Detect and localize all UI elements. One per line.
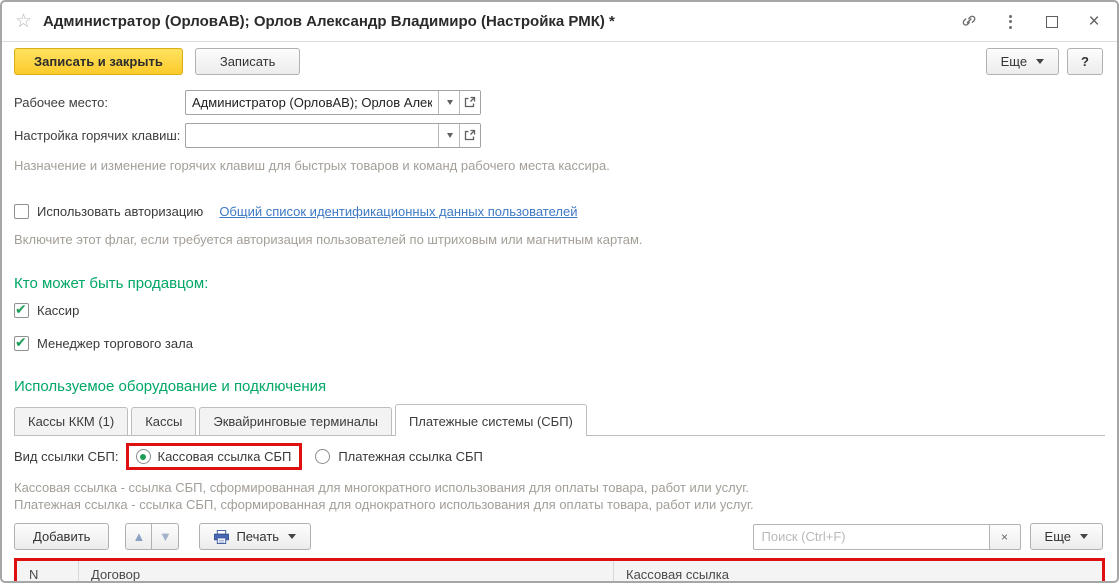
workplace-dropdown-button[interactable]: [438, 90, 459, 114]
hotkeys-dropdown-button[interactable]: [438, 123, 459, 147]
hotkeys-combo: [185, 122, 481, 148]
cashier-label: Кассир: [37, 302, 80, 318]
more-button-label: Еще: [1000, 54, 1028, 69]
tab-kassy-kkm[interactable]: Кассы ККМ (1): [14, 407, 129, 435]
printer-icon: [214, 529, 230, 544]
payment-link-radio[interactable]: [315, 449, 331, 464]
search-input[interactable]: [752, 523, 990, 550]
save-button[interactable]: Записать: [194, 48, 301, 75]
workplace-label: Рабочее место:: [14, 94, 109, 110]
list-more-button[interactable]: Еще: [1029, 523, 1103, 550]
save-and-close-button[interactable]: Записать и закрыть: [14, 48, 183, 75]
sbp-link-kind-label: Вид ссылки СБП:: [14, 449, 119, 464]
tab-acquiring-terminals[interactable]: Эквайринговые терминалы: [199, 407, 392, 435]
identification-list-link[interactable]: Общий список идентификационных данных по…: [219, 204, 577, 219]
seller-option-cashier: Кассир: [14, 300, 1105, 320]
hotkeys-field-row: Настройка горячих клавиш:: [14, 122, 1105, 148]
authorization-row: Использовать авторизацию Общий список ид…: [14, 204, 1105, 219]
use-authorization-checkbox[interactable]: [14, 204, 29, 219]
sbp-hint: Кассовая ссылка - ссылка СБП, сформирова…: [14, 479, 1105, 513]
workplace-open-button[interactable]: [459, 90, 480, 114]
cashier-checkbox[interactable]: [14, 301, 29, 318]
cash-link-radio[interactable]: [135, 449, 151, 464]
hotkeys-input[interactable]: [186, 123, 438, 147]
list-more-button-label: Еще: [1044, 529, 1071, 544]
cash-link-radio-label: Кассовая ссылка СБП: [157, 449, 292, 464]
payment-link-radio-label: Платежная ссылка СБП: [338, 449, 483, 464]
column-header-cash-link[interactable]: Кассовая ссылка: [614, 561, 1102, 581]
move-up-button[interactable]: ▲: [125, 523, 153, 550]
close-icon[interactable]: ×: [1085, 12, 1103, 31]
more-menu-icon[interactable]: [1001, 13, 1019, 31]
add-button[interactable]: Добавить: [14, 523, 110, 550]
more-button[interactable]: Еще: [985, 48, 1060, 75]
hotkeys-open-button[interactable]: [459, 123, 480, 147]
sbp-list-toolbar: Добавить ▲ ▼ Печать × Е: [14, 523, 1105, 550]
workplace-combo: [185, 89, 481, 115]
red-annotation-box-radio: Кассовая ссылка СБП: [125, 443, 303, 470]
move-down-button[interactable]: ▼: [152, 523, 180, 550]
seller-section-title: Кто может быть продавцом:: [14, 275, 209, 292]
workplace-input[interactable]: [186, 90, 438, 114]
maximize-icon[interactable]: [1043, 13, 1061, 31]
command-bar: Записать и закрыть Записать Еще ?: [2, 42, 1117, 80]
tab-payment-systems-sbp[interactable]: Платежные системы (СБП): [394, 404, 587, 436]
chevron-down-icon: [288, 534, 297, 539]
chevron-down-icon: [1080, 534, 1088, 539]
column-header-n[interactable]: N: [17, 561, 79, 581]
search-clear-button[interactable]: ×: [989, 523, 1021, 550]
equipment-section-title: Используемое оборудование и подключения: [14, 378, 327, 395]
hotkeys-label: Настройка горячих клавиш:: [14, 127, 181, 143]
form-body: Рабочее место: Настройка горячих клавиш:: [2, 80, 1117, 581]
manager-checkbox[interactable]: [14, 334, 29, 351]
authorization-hint: Включите этот флаг, если требуется автор…: [14, 232, 643, 247]
print-button[interactable]: Печать: [199, 523, 312, 550]
help-button[interactable]: ?: [1067, 48, 1103, 75]
sbp-hint-line2: Платежная ссылка - ссылка СБП, сформиров…: [14, 497, 754, 512]
title-bar: ☆ Администратор (ОрловАВ); Орлов Алексан…: [2, 2, 1117, 42]
manager-label: Менеджер торгового зала: [37, 335, 193, 351]
column-header-dogovor[interactable]: Договор: [79, 561, 614, 581]
chevron-down-icon: [1036, 59, 1045, 64]
workplace-field-row: Рабочее место:: [14, 89, 1105, 115]
window-title: Администратор (ОрловАВ); Орлов Александр…: [43, 13, 615, 30]
equipment-tab-strip: Кассы ККМ (1) Кассы Эквайринговые термин…: [14, 404, 1105, 436]
print-button-label: Печать: [236, 529, 280, 544]
seller-option-manager: Менеджер торгового зала: [14, 333, 1105, 353]
sbp-link-kind-row: Вид ссылки СБП: Кассовая ссылка СБП Плат…: [14, 443, 1105, 470]
get-link-icon[interactable]: [959, 13, 977, 31]
arrow-up-icon: ▲: [132, 529, 146, 544]
favorite-star-icon[interactable]: ☆: [15, 12, 32, 31]
sbp-hint-line1: Кассовая ссылка - ссылка СБП, сформирова…: [14, 480, 749, 495]
settings-window: ☆ Администратор (ОрловАВ); Орлов Алексан…: [0, 0, 1119, 583]
hotkeys-hint: Назначение и изменение горячих клавиш дл…: [14, 158, 610, 173]
tab-kassy[interactable]: Кассы: [131, 407, 197, 435]
use-authorization-label: Использовать авторизацию: [37, 204, 204, 219]
arrow-down-icon: ▼: [159, 529, 172, 544]
red-annotation-box-table: N Договор Кассовая ссылка: [14, 558, 1105, 581]
table-header-row: N Договор Кассовая ссылка: [17, 561, 1102, 581]
payment-link-option: Платежная ссылка СБП: [315, 449, 483, 464]
